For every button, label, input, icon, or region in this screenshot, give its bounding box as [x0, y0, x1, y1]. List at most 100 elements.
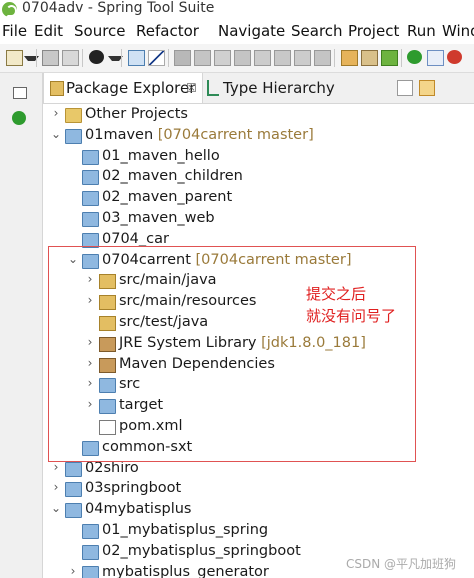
- toolbar-separator: [36, 49, 37, 67]
- java-perspective-icon[interactable]: [427, 50, 444, 66]
- tree-item[interactable]: 01_mybatisplus_spring: [43, 521, 474, 542]
- expanded-chevron-icon[interactable]: ⌄: [49, 127, 63, 141]
- tree-item[interactable]: 02_maven_parent: [43, 188, 474, 209]
- tree-item[interactable]: ⌄ 01maven [0704carrent master]: [43, 126, 474, 147]
- tree-item-label: 04mybatisplus: [85, 501, 192, 517]
- tree-item-name: 02_maven_parent: [102, 189, 233, 206]
- collapsed-chevron-icon[interactable]: ›: [66, 564, 80, 578]
- open-type-icon[interactable]: [341, 50, 358, 66]
- toolbar-separator: [334, 49, 335, 67]
- menu-file[interactable]: File: [2, 22, 27, 40]
- window-title: 0704adv - Spring Tool Suite: [22, 0, 215, 16]
- tab-label: Package Explorer: [66, 79, 196, 97]
- skip-breakpoints-icon[interactable]: [148, 50, 165, 66]
- project-folder-icon: [82, 524, 99, 539]
- working-set-icon: [65, 108, 82, 123]
- main-toolbar: [0, 44, 474, 73]
- save-icon[interactable]: [42, 50, 59, 66]
- tree-item-name: Other Projects: [85, 106, 188, 122]
- project-folder-icon: [82, 565, 99, 578]
- step-over-icon[interactable]: [274, 50, 291, 66]
- project-folder-icon: [82, 170, 99, 186]
- tree-item-label: 02_maven_parent: [102, 189, 232, 205]
- new-wizard-icon[interactable]: [6, 50, 23, 66]
- restore-icon[interactable]: [13, 87, 27, 99]
- project-icon: [65, 503, 82, 519]
- menu-project[interactable]: Project: [348, 22, 399, 40]
- collapsed-chevron-icon[interactable]: ›: [49, 106, 63, 120]
- close-icon[interactable]: ☒: [186, 73, 197, 103]
- menu-edit[interactable]: Edit: [34, 22, 63, 40]
- menu-source[interactable]: Source: [74, 22, 126, 40]
- spring-dashboard-icon[interactable]: [381, 50, 398, 66]
- step-into-icon[interactable]: [254, 50, 271, 66]
- menu-search[interactable]: Search: [291, 22, 343, 40]
- project-icon: [65, 461, 82, 477]
- tree-item-name: mybatisplus_generator: [102, 563, 269, 578]
- terminate-icon[interactable]: [214, 50, 231, 66]
- collapsed-chevron-icon[interactable]: ›: [49, 480, 63, 494]
- suspend-icon[interactable]: [194, 50, 211, 66]
- annotation-line-2: 就没有问号了: [306, 307, 397, 325]
- tree-item-name: 04mybatisplus: [85, 501, 192, 518]
- drop-to-frame-icon[interactable]: [314, 50, 331, 66]
- tree-item-name: 01_maven_hello: [102, 147, 220, 164]
- menu-run[interactable]: Run: [407, 22, 436, 40]
- save-all-icon[interactable]: [62, 50, 79, 66]
- tree-item-name: 02_maven_children: [102, 168, 243, 185]
- step-return-icon[interactable]: [294, 50, 311, 66]
- project-folder-icon: [82, 149, 99, 165]
- link-with-editor-icon[interactable]: [419, 80, 435, 96]
- tree-item-label: 03springboot: [85, 480, 181, 496]
- watermark: CSDN @平凡加班狗: [346, 557, 457, 571]
- tree-item-label: mybatisplus_generator: [102, 564, 269, 578]
- profile-icon[interactable]: [89, 50, 104, 64]
- tab-package-explorer[interactable]: Package Explorer ☒: [43, 73, 203, 103]
- tree-item-name: 03springboot: [85, 480, 182, 497]
- tree-item-label: 0704_car: [102, 231, 169, 247]
- tree-item[interactable]: 03_maven_web: [43, 209, 474, 230]
- tree-item-label: 01_maven_hello: [102, 148, 220, 164]
- toolbar-separator: [168, 49, 169, 67]
- menu-window[interactable]: Wind: [442, 22, 474, 40]
- tree-item-name: 01_mybatisplus_spring: [102, 522, 269, 538]
- boot-dashboard-icon[interactable]: [407, 50, 422, 64]
- highlight-box: [48, 246, 416, 462]
- spring-perspective-icon[interactable]: [447, 50, 462, 64]
- menu-navigate[interactable]: Navigate: [218, 22, 285, 40]
- expanded-chevron-icon[interactable]: ⌄: [49, 501, 63, 515]
- title-bar: 0704adv - Spring Tool Suite: [0, 0, 474, 20]
- git-branch-decoration: [0704carrent master]: [153, 126, 314, 143]
- tree-item[interactable]: ⌄ 04mybatisplus: [43, 500, 474, 521]
- tree-item[interactable]: 02_maven_children: [43, 167, 474, 188]
- open-task-icon[interactable]: [361, 50, 378, 66]
- tree-item-label: 01maven [0704carrent master]: [85, 127, 314, 143]
- package-explorer-icon: [50, 81, 64, 96]
- tree-item-name: 0704_car: [102, 230, 169, 247]
- console-icon[interactable]: [128, 50, 145, 66]
- collapse-all-icon[interactable]: [397, 80, 413, 96]
- tree-item[interactable]: › 03springboot: [43, 479, 474, 500]
- disconnect-icon[interactable]: [234, 50, 251, 66]
- tree-item[interactable]: › Other Projects: [43, 105, 474, 126]
- tree-item-name: 01maven: [85, 126, 154, 143]
- project-folder-icon: [82, 544, 99, 560]
- menu-bar: File Edit Source Refactor Navigate Searc…: [0, 21, 474, 43]
- tree-item-label: Other Projects: [85, 106, 188, 122]
- tab-type-hierarchy[interactable]: Type Hierarchy: [203, 73, 393, 103]
- toolbar-separator: [121, 49, 122, 67]
- annotation-line-1: 提交之后: [306, 285, 367, 303]
- project-icon: [65, 128, 82, 144]
- type-hierarchy-icon: [207, 80, 219, 96]
- tree-item-name: 03_maven_web: [102, 210, 215, 226]
- view-tab-bar: Package Explorer ☒ Type Hierarchy: [43, 73, 474, 104]
- tab-label: Type Hierarchy: [223, 79, 335, 97]
- tree-item[interactable]: 01_maven_hello: [43, 147, 474, 168]
- resume-icon[interactable]: [174, 50, 191, 66]
- project-folder-icon: [82, 191, 99, 207]
- menu-refactor[interactable]: Refactor: [136, 22, 199, 40]
- tree-item-label: 02_mybatisplus_springboot: [102, 543, 301, 559]
- boot-dashboard-view-icon[interactable]: [12, 111, 26, 125]
- spring-tool-suite-logo-icon: [2, 2, 17, 17]
- tree-item-name: 02_mybatisplus_springboot: [102, 542, 301, 559]
